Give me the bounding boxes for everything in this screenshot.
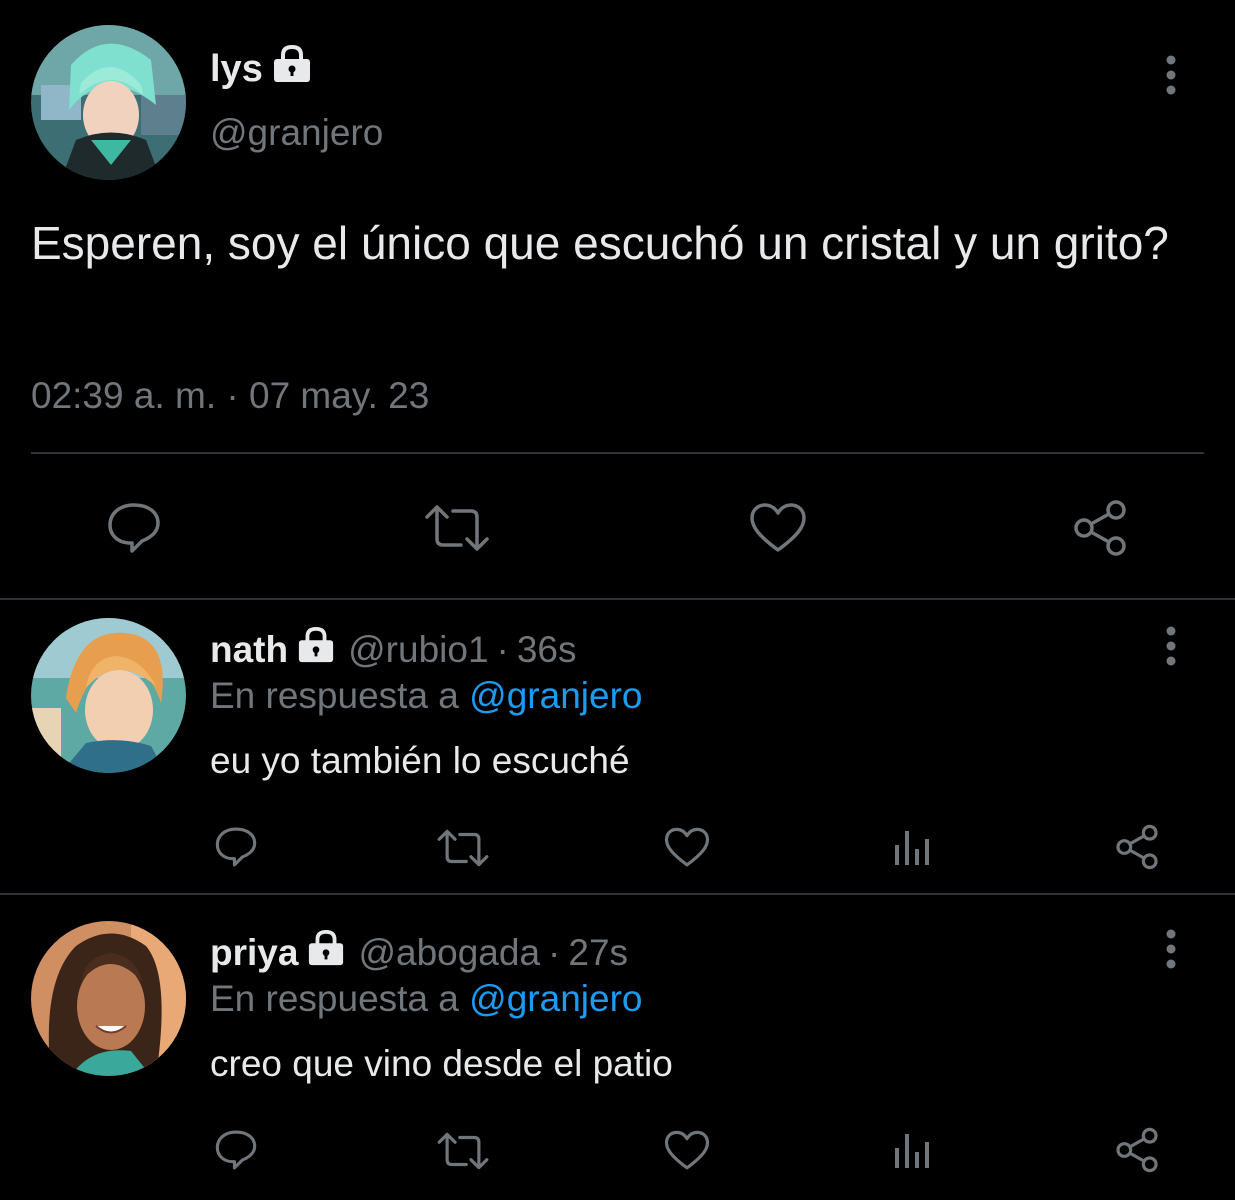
separator: · [548,931,561,973]
share-icon[interactable] [1113,824,1161,870]
reply-icon[interactable] [213,825,259,869]
analytics-icon[interactable] [890,1129,934,1171]
mention-link[interactable]: @granjero [469,978,642,1019]
author-handle[interactable]: @granjero [210,112,383,154]
author-name-row[interactable]: lys [210,44,313,94]
tweet-text: eu yo también lo escuché [210,740,630,781]
like-icon[interactable] [664,826,710,868]
lock-icon [271,44,313,94]
tweet-timestamp[interactable]: 02:39 a. m. · 07 may. 23 [31,375,429,417]
analytics-icon[interactable] [890,826,934,868]
retweet-icon[interactable] [436,827,490,869]
retweet-icon[interactable] [436,1130,490,1172]
reply-time[interactable]: 36s [517,629,577,671]
reply-time[interactable]: 27s [568,932,628,974]
author-name[interactable]: priya [210,932,298,974]
reply-header: nath @rubio1 · 36s [210,626,577,673]
retweet-icon[interactable] [423,500,491,556]
like-icon[interactable] [748,500,808,556]
separator: · [496,628,509,670]
mention-link[interactable]: @granjero [469,675,642,716]
author-name[interactable]: lys [210,48,263,91]
author-handle[interactable]: @abogada [358,932,540,974]
author-handle[interactable]: @rubio1 [348,629,488,671]
share-icon[interactable] [1113,1127,1161,1173]
reply-header: priya @abogada · 27s [210,929,628,976]
reply-context: En respuesta a @granjero [210,978,642,1020]
reply-prefix: En respuesta a [210,675,459,716]
tweet-text: creo que vino desde el patio [210,1043,673,1084]
like-icon[interactable] [664,1129,710,1171]
tweet-text: Esperen, soy el único que escuchó un cri… [31,217,1169,269]
author-name[interactable]: nath [210,629,288,671]
more-options-icon[interactable] [1165,929,1177,969]
reply-icon[interactable] [213,1128,259,1172]
more-options-icon[interactable] [1165,626,1177,666]
avatar[interactable] [31,618,186,773]
divider [0,893,1235,895]
lock-icon [296,626,336,673]
reply-icon[interactable] [104,500,164,556]
reply-prefix: En respuesta a [210,978,459,1019]
more-options-icon[interactable] [1165,55,1177,95]
avatar[interactable] [31,25,186,180]
share-icon[interactable] [1070,498,1130,558]
divider [31,452,1204,454]
divider [0,598,1235,600]
avatar[interactable] [31,921,186,1076]
reply-context: En respuesta a @granjero [210,675,642,717]
lock-icon [306,929,346,976]
